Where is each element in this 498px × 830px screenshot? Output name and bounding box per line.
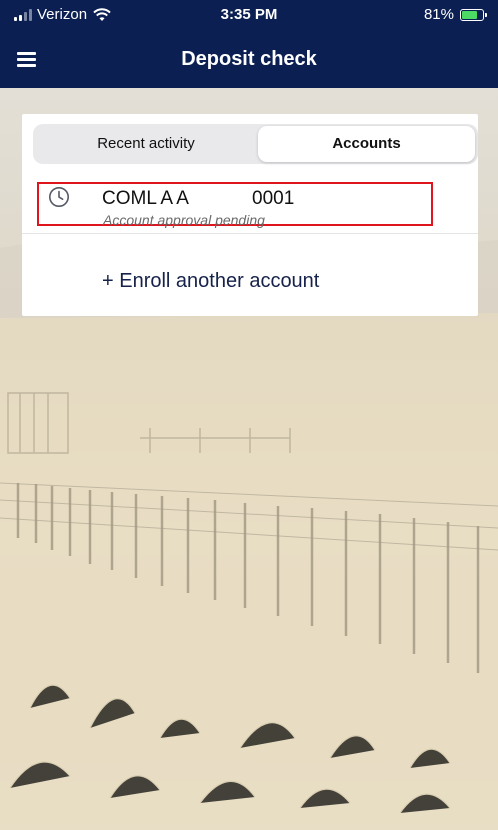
account-row[interactable]: COML A A 0001 Account approval pending [22,174,478,234]
account-name: COML A A [102,188,189,209]
tab-recent-activity[interactable]: Recent activity [35,126,257,162]
nav-bar: Deposit check [0,30,498,88]
page-title: Deposit check [181,48,317,70]
account-status: Account approval pending [103,212,265,228]
battery-percent: 81% [423,6,454,23]
tab-accounts[interactable]: Accounts [258,126,475,162]
tab-selector: Recent activity Accounts [33,124,478,164]
enroll-another-account-link[interactable]: + Enroll another account [102,270,319,293]
status-bar: Verizon 3:35 PM 81% [0,0,498,30]
status-right: 81% [423,6,487,23]
clock-icon [49,187,69,207]
battery-fill [462,10,477,19]
app-header: Verizon 3:35 PM 81% Deposit check [0,0,498,88]
accounts-card: Recent activity Accounts COML A A 0001 A… [22,114,478,316]
battery-icon [460,8,487,21]
account-number: 0001 [252,188,295,209]
